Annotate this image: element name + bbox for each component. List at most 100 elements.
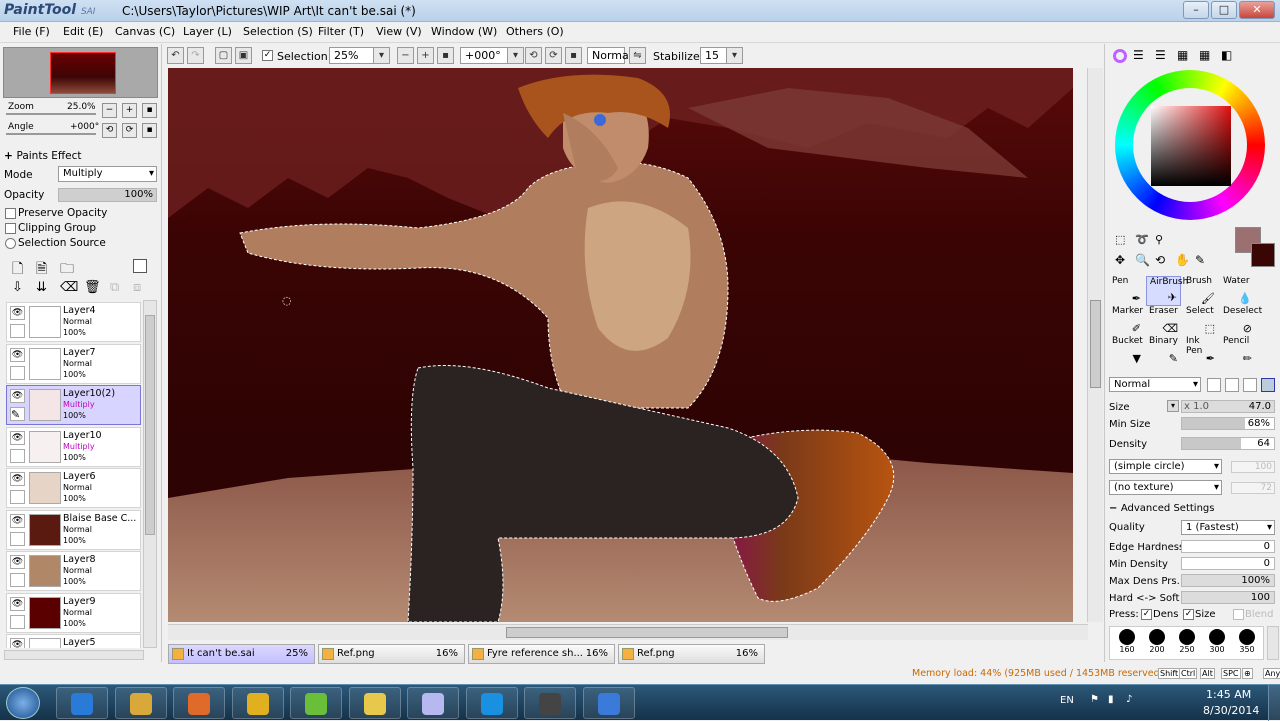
nav-zoom-reset-icon[interactable]: ▪ xyxy=(142,103,157,118)
scratchpad-tab-icon[interactable]: ◧ xyxy=(1221,48,1232,62)
show-desktop-button[interactable] xyxy=(1268,685,1280,721)
move-icon[interactable]: ✥ xyxy=(1115,253,1125,267)
maximize-button[interactable]: □ xyxy=(1211,1,1237,19)
lasso-icon[interactable]: ➰ xyxy=(1135,233,1149,246)
tool-airbrush[interactable]: AirBrush ✈ xyxy=(1146,276,1188,306)
undo-icon[interactable]: ↶ xyxy=(167,47,184,64)
brush-size-preset[interactable]: 350 xyxy=(1234,629,1260,654)
layer-list-scrollbar[interactable] xyxy=(143,300,157,648)
taskbar-app[interactable] xyxy=(114,687,167,719)
nav-rotate-reset-icon[interactable]: ▪ xyxy=(142,123,157,138)
clock-date[interactable]: 8/30/2014 xyxy=(1203,704,1259,717)
new-layer-icon[interactable]: 🗋 xyxy=(12,258,23,282)
tray-network-icon[interactable]: ▮ xyxy=(1108,694,1114,705)
zoom-tool-icon[interactable]: 🔍 xyxy=(1135,253,1150,267)
menu-selection[interactable]: Selection (S) xyxy=(243,25,313,38)
zoom-out-icon[interactable]: − xyxy=(397,47,414,64)
density-slider[interactable]: 64 xyxy=(1181,437,1275,450)
menu-canvas[interactable]: Canvas (C) xyxy=(115,25,175,38)
taskbar-app[interactable] xyxy=(582,687,635,719)
tip-shape-2-icon[interactable] xyxy=(1225,378,1239,392)
brush-size-preset[interactable]: 250 xyxy=(1174,629,1200,654)
layer-lock-checkbox[interactable] xyxy=(10,365,25,380)
press-size-checkbox[interactable]: ✓ xyxy=(1183,609,1194,620)
zoom-dropdown-icon[interactable]: ▾ xyxy=(373,47,390,64)
size-dropdown-icon[interactable]: ▾ xyxy=(1167,400,1179,412)
tool-select[interactable]: Select ⬚ xyxy=(1183,306,1218,336)
tool-bucket[interactable]: Bucket ▼ xyxy=(1109,336,1144,366)
clock-time[interactable]: 1:45 AM xyxy=(1206,688,1251,701)
tip-shape-4-icon[interactable] xyxy=(1261,378,1275,392)
invert-selection-icon[interactable]: ▣ xyxy=(235,47,252,64)
layer-row[interactable]: 👁 Layer4 Normal 100% xyxy=(6,302,141,342)
taskbar-app[interactable] xyxy=(173,687,225,719)
tool-pen[interactable]: Pen ✒ xyxy=(1109,276,1144,306)
menu-file[interactable]: File (F) xyxy=(13,25,50,38)
flip-icon[interactable]: ⇋ xyxy=(629,47,646,64)
color-mixer-tab-icon[interactable]: ▦ xyxy=(1177,48,1188,62)
visibility-eye-icon[interactable]: 👁 xyxy=(10,596,25,611)
brush-size-scrollbar[interactable] xyxy=(1267,626,1279,660)
menu-window[interactable]: Window (W) xyxy=(431,25,497,38)
taskbar-app[interactable] xyxy=(465,687,518,719)
layer-lock-checkbox[interactable] xyxy=(10,614,25,629)
visibility-eye-icon[interactable]: 👁 xyxy=(10,555,25,569)
min-size-slider[interactable]: 68% xyxy=(1181,417,1275,430)
document-tab[interactable]: Ref.png 16% xyxy=(318,644,465,664)
layer-row[interactable]: 👁 Layer10 Multiply 100% xyxy=(6,426,141,467)
layer-row[interactable]: 👁 Blaise Base C... Normal 100% xyxy=(6,509,141,550)
clipping-group-checkbox[interactable] xyxy=(5,223,16,234)
nav-rotate-left-icon[interactable]: ⟲ xyxy=(102,123,117,138)
tool-brush[interactable]: Brush 🖌 xyxy=(1183,276,1218,306)
taskbar-app[interactable] xyxy=(56,687,108,719)
tray-volume-icon[interactable]: ♪ xyxy=(1126,694,1132,705)
min-density-slider[interactable]: 0 xyxy=(1181,557,1275,570)
eyedropper-icon[interactable]: ✎ xyxy=(1195,253,1205,267)
color-wheel[interactable] xyxy=(1115,70,1265,220)
tool-eraser[interactable]: Eraser ⌫ xyxy=(1146,306,1181,336)
menu-edit[interactable]: Edit (E) xyxy=(63,25,103,38)
menu-filter[interactable]: Filter (T) xyxy=(318,25,364,38)
vertical-scroll-thumb[interactable] xyxy=(1090,300,1101,388)
tool-pencil[interactable]: Pencil ✏ xyxy=(1220,336,1255,366)
tool-binary[interactable]: Binary ✎ xyxy=(1146,336,1181,366)
visibility-eye-icon[interactable]: 👁 xyxy=(10,306,25,320)
merge-down-icon[interactable]: ⇊ xyxy=(36,280,47,295)
nav-zoom-in-icon[interactable]: + xyxy=(122,103,137,118)
canvas-vertical-scrollbar[interactable] xyxy=(1087,68,1103,622)
zoom-slider[interactable] xyxy=(6,113,96,115)
opacity-slider[interactable]: 100% xyxy=(58,188,157,202)
layer-row[interactable]: 👁 Layer5 xyxy=(6,634,141,648)
new-folder-icon[interactable]: 🗀 xyxy=(60,258,74,282)
document-tab[interactable]: It can't be.sai 25% xyxy=(168,644,315,664)
layer-lock-checkbox[interactable] xyxy=(10,490,25,504)
menu-others[interactable]: Others (O) xyxy=(506,25,564,38)
preserve-opacity-checkbox[interactable] xyxy=(5,208,16,219)
layer-lock-checkbox[interactable]: ✎ xyxy=(10,407,25,421)
secondary-color-swatch[interactable] xyxy=(1251,243,1275,267)
visibility-eye-icon[interactable]: 👁 xyxy=(10,472,25,486)
selection-checkbox[interactable]: ✓ xyxy=(262,50,273,61)
hsv-sliders-tab-icon[interactable]: ☰ xyxy=(1155,48,1166,62)
advanced-settings-header[interactable]: − Advanced Settings xyxy=(1109,503,1214,514)
paints-effect-header[interactable]: + Paints Effect xyxy=(4,150,81,162)
visibility-eye-icon[interactable]: 👁 xyxy=(10,347,25,362)
saturation-value-square[interactable] xyxy=(1151,106,1231,186)
redo-icon[interactable]: ↷ xyxy=(187,47,204,64)
layer-row[interactable]: 👁 Layer9 Normal 100% xyxy=(6,592,141,633)
deselect-icon[interactable]: ▢ xyxy=(215,47,232,64)
layer-mask-icon[interactable] xyxy=(133,259,147,273)
press-blend-checkbox[interactable] xyxy=(1233,609,1244,620)
brush-size-preset[interactable]: 200 xyxy=(1144,629,1170,654)
selection-source-checkbox[interactable] xyxy=(5,238,16,249)
canvas-horizontal-scrollbar[interactable] xyxy=(168,624,1088,640)
nav-zoom-out-icon[interactable]: − xyxy=(102,103,117,118)
tip-shape-1-icon[interactable] xyxy=(1207,378,1221,392)
swatches-tab-icon[interactable]: ▦ xyxy=(1199,48,1210,62)
tip-shape-3-icon[interactable] xyxy=(1243,378,1257,392)
minimize-button[interactable]: – xyxy=(1183,1,1209,19)
drawing-canvas[interactable]: ◌ xyxy=(168,68,1073,622)
stabilizer-dropdown-icon[interactable]: ▾ xyxy=(726,47,743,64)
menu-view[interactable]: View (V) xyxy=(376,25,422,38)
rotate-left-icon[interactable]: ⟲ xyxy=(525,47,542,64)
